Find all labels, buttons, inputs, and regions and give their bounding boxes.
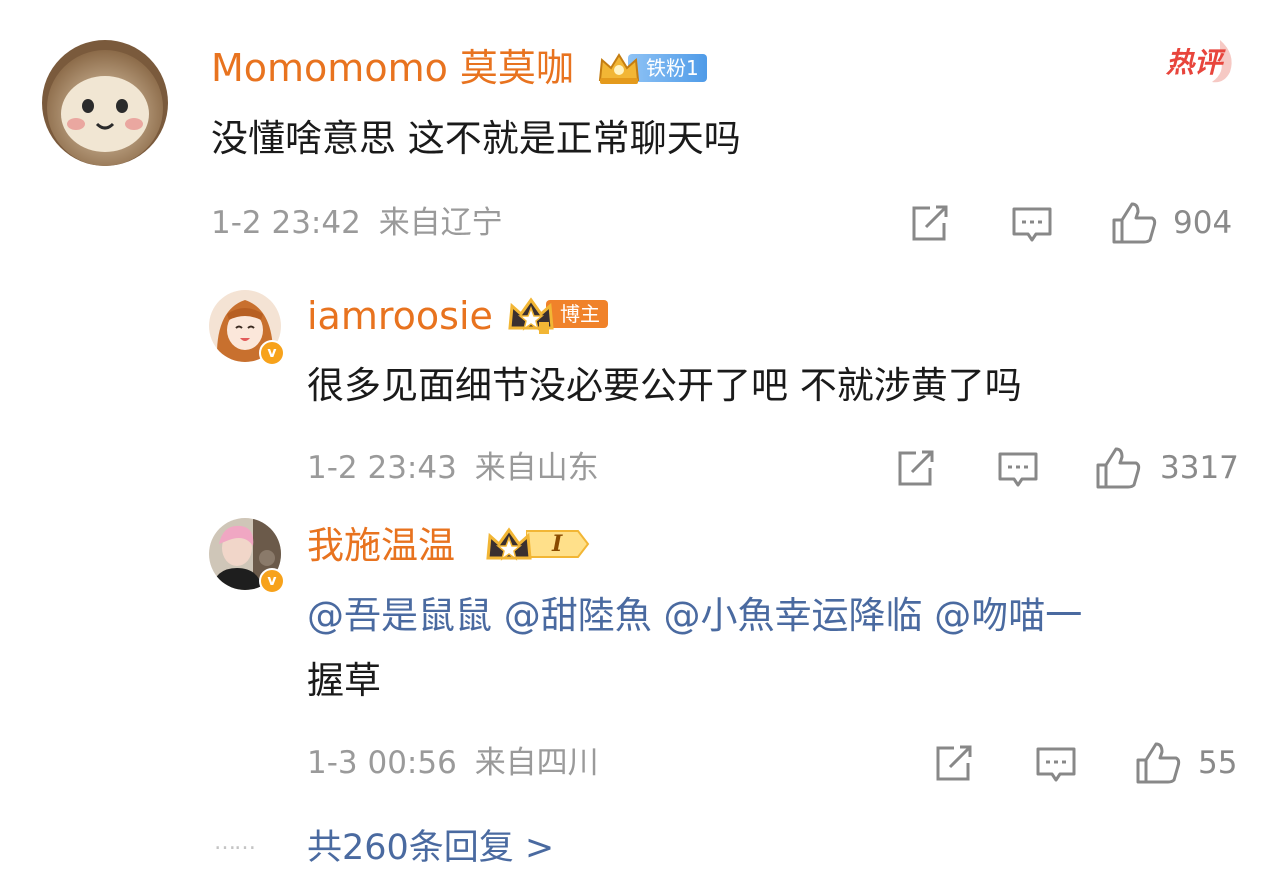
crown-icon — [484, 524, 534, 564]
like-icon[interactable] — [1134, 740, 1182, 786]
comment-icon[interactable] — [1034, 744, 1078, 786]
comment-text: 没懂啥意思 这不就是正常聊天吗 — [211, 117, 741, 160]
comment-icon[interactable] — [1010, 204, 1054, 246]
comment-time: 1-3 00:56 — [307, 745, 457, 781]
comment-text: @吾是鼠鼠 @甜陸魚 @小魚幸运降临 @吻喵一 — [307, 593, 1082, 639]
like-icon[interactable] — [1094, 445, 1142, 491]
like-count: 3317 — [1160, 450, 1239, 486]
comment-text-continued: 握草 — [307, 659, 381, 702]
level-label: I — [552, 531, 563, 557]
fans-badge[interactable]: 铁粉1 — [596, 50, 707, 86]
view-replies-link[interactable]: 共260条回复 > — [307, 826, 554, 870]
hot-comment-badge: 热评 — [1164, 36, 1240, 86]
mention-link[interactable]: @吻喵一 — [934, 594, 1082, 637]
comment-icon[interactable] — [996, 449, 1040, 491]
more-dots: …… — [214, 830, 256, 855]
comment-text: 很多见面细节没必要公开了吧 不就涉黄了吗 — [307, 364, 1022, 407]
username[interactable]: Momomomo 莫莫咖 — [211, 46, 574, 90]
avatar-image — [42, 40, 168, 166]
verified-icon: v — [259, 340, 285, 366]
mention-link[interactable]: @甜陸魚 — [504, 594, 652, 637]
mention-link[interactable]: @吾是鼠鼠 — [307, 594, 492, 637]
fans-crown-icon — [596, 50, 642, 86]
mention-link[interactable]: @小魚幸运降临 — [664, 594, 923, 637]
username[interactable]: 我施温温 — [307, 524, 455, 568]
username[interactable]: iamroosie — [307, 294, 493, 338]
share-icon[interactable] — [894, 448, 938, 490]
comment-timestamp: 1-2 23:43 来自山东 — [307, 449, 599, 487]
comment-location: 来自辽宁 — [378, 205, 503, 241]
crown-icon — [506, 294, 556, 334]
comment-location: 来自四川 — [474, 745, 599, 781]
reply-avatar-wrapper[interactable]: v — [209, 518, 285, 594]
host-badge[interactable]: 博主 — [506, 294, 608, 334]
share-icon[interactable] — [908, 203, 952, 245]
like-count: 55 — [1198, 745, 1238, 781]
comment-location: 来自山东 — [474, 450, 599, 486]
comment-time: 1-2 23:43 — [307, 450, 457, 486]
comment-timestamp: 1-2 23:42 来自辽宁 — [211, 204, 503, 242]
level-badge[interactable]: I — [484, 524, 590, 564]
reply-avatar-wrapper[interactable]: v — [209, 290, 285, 366]
like-count: 904 — [1173, 205, 1233, 241]
avatar[interactable] — [42, 40, 168, 166]
level-tag: I — [526, 529, 590, 559]
comment-time: 1-2 23:42 — [211, 205, 361, 241]
share-icon[interactable] — [932, 743, 976, 785]
comment-timestamp: 1-3 00:56 来自四川 — [307, 744, 599, 782]
like-icon[interactable] — [1110, 200, 1158, 246]
verified-icon: v — [259, 568, 285, 594]
hot-comment-label: 热评 — [1166, 46, 1223, 79]
